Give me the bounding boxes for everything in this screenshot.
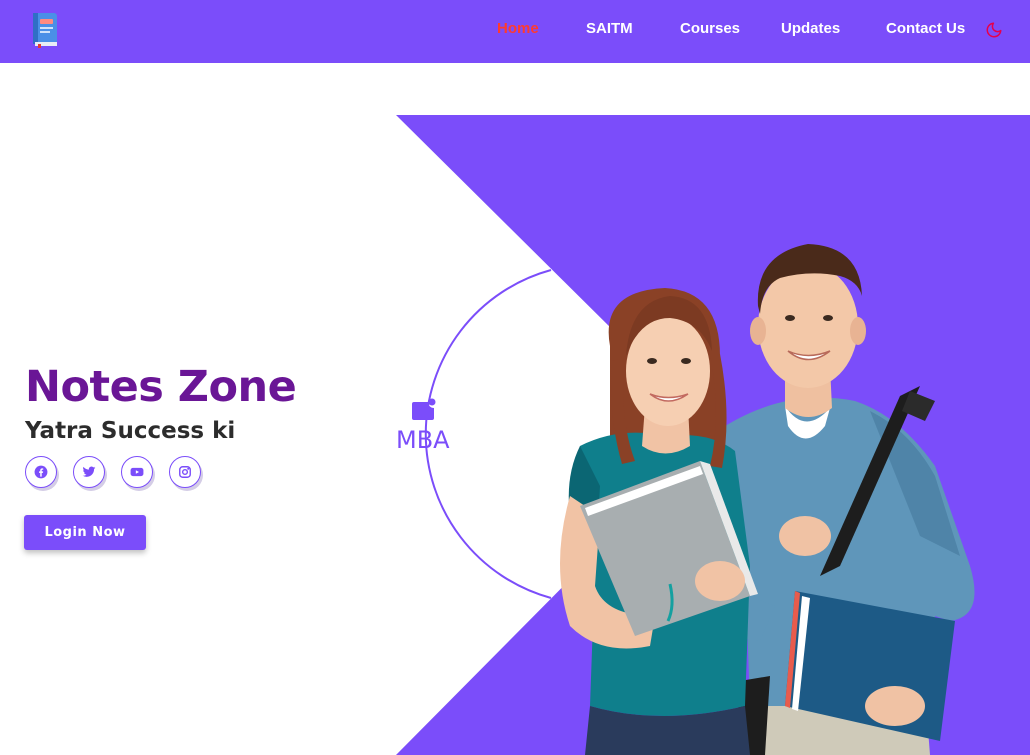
moon-icon[interactable] xyxy=(985,21,1003,39)
site-title: Notes Zone xyxy=(25,362,297,412)
nav-home[interactable]: Home xyxy=(497,20,539,37)
nav-saitm[interactable]: SAITM xyxy=(586,20,633,37)
course-label-mba[interactable]: MBA xyxy=(396,426,450,454)
book-icon[interactable] xyxy=(31,12,59,48)
tagline: Yatra Success ki xyxy=(25,418,236,444)
facebook-icon[interactable] xyxy=(25,456,57,488)
notification-square-icon xyxy=(412,398,436,422)
navbar: Home SAITM Courses Updates Contact Us xyxy=(0,0,1030,63)
youtube-icon[interactable] xyxy=(121,456,153,488)
instagram-icon[interactable] xyxy=(169,456,201,488)
nav-courses[interactable]: Courses xyxy=(680,20,740,37)
nav-contact-us[interactable]: Contact Us xyxy=(886,20,965,37)
students-illustration xyxy=(560,244,975,755)
nav-updates[interactable]: Updates xyxy=(781,20,840,37)
twitter-icon[interactable] xyxy=(73,456,105,488)
login-now-button[interactable]: Login Now xyxy=(24,515,146,550)
